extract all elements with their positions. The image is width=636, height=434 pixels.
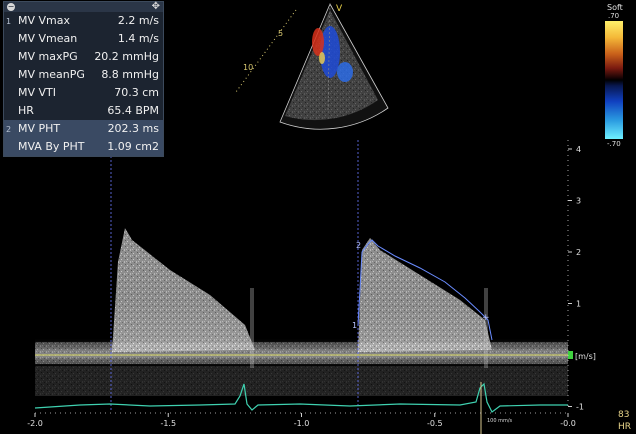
artifact-spike — [250, 288, 254, 368]
measurement-row-hr: HR 65.4 BPM — [4, 102, 163, 120]
velocity-unit-label: [m/s] — [575, 352, 596, 361]
time-tick-label: -1.5 — [160, 419, 176, 428]
depth-label-5: 5 — [278, 29, 283, 38]
trace-end-cross: + — [482, 313, 490, 323]
time-tick-label: -1.0 — [294, 419, 310, 428]
baseline-handle[interactable] — [568, 351, 573, 359]
measurements-header: − ✥ — [4, 1, 163, 12]
time-tick-label: -0.0 — [560, 419, 576, 428]
color-scale-bar — [605, 21, 623, 139]
measurement-label: MV maxPG — [18, 50, 78, 63]
velocity-tick-label: 2 — [576, 248, 581, 257]
measurements-panel: − ✥ 1 MV Vmax 2.2 m/s MV Vmean 1.4 m/s M… — [3, 1, 164, 157]
caliper-marker-1: 1 — [352, 321, 357, 330]
color-flow-red — [312, 28, 324, 56]
group-index: 2 — [6, 125, 12, 134]
collapse-icon[interactable]: − — [7, 3, 15, 11]
envelope-beat-1-glow — [112, 228, 255, 352]
color-flow-blue-lower — [337, 62, 353, 82]
time-tick-label: -0.5 — [427, 419, 443, 428]
velocity-tick-label: 4 — [576, 145, 581, 154]
depth-label-10: 10 — [243, 63, 253, 72]
measurement-group-2[interactable]: 2 MV PHT 202.3 ms MVA By PHT 1.09 cm2 — [4, 120, 163, 156]
probe-marker: V — [336, 4, 343, 14]
measurement-value: 2.2 m/s — [117, 14, 159, 27]
velocity-tick-label: 3 — [576, 197, 581, 206]
hr-value: 83 — [618, 410, 630, 420]
envelope-beat-2-glow — [358, 238, 492, 352]
reverse-flow-noise — [35, 366, 568, 396]
measurement-label: MV Vmax — [18, 14, 71, 27]
sector-image: 5 10 V — [235, 3, 389, 130]
measurement-value: 65.4 BPM — [107, 104, 159, 117]
group-index: 1 — [6, 17, 12, 26]
time-tick-label: -2.0 — [27, 419, 43, 428]
measurement-value: 20.2 mmHg — [94, 50, 159, 63]
color-scale-top-value: .70 — [608, 12, 620, 20]
measurement-row-mva-by-pht: MVA By PHT 1.09 cm2 — [4, 138, 163, 156]
measurement-value: 70.3 cm — [114, 86, 159, 99]
measurement-group-1[interactable]: 1 MV Vmax 2.2 m/s MV Vmean 1.4 m/s MV ma… — [4, 12, 163, 120]
measurement-label: MV Vmean — [18, 32, 78, 45]
measurement-value: 202.3 ms — [107, 122, 159, 135]
color-map-title: Soft — [607, 3, 623, 12]
measurement-label: MVA By PHT — [18, 140, 85, 153]
measurement-row-mv-pht: MV PHT 202.3 ms — [4, 120, 163, 138]
sweep-speed-label: 100 mm/s — [487, 418, 513, 424]
artifact-spike — [484, 288, 488, 368]
measurement-row-mv-meanpg: MV meanPG 8.8 mmHg — [4, 66, 163, 84]
measurement-value: 1.09 cm2 — [107, 140, 159, 153]
measurement-label: MV meanPG — [18, 68, 85, 81]
color-flow-jet — [320, 26, 340, 78]
caliper-marker-2: 2 — [356, 241, 361, 250]
depth-scale — [235, 9, 297, 93]
velocity-axis: 4 3 2 1 -1 [m/s] — [567, 140, 596, 412]
measurement-row-mv-vmax: MV Vmax 2.2 m/s — [4, 12, 163, 30]
velocity-tick-label: -1 — [576, 403, 584, 412]
measurement-row-mv-vti: MV VTI 70.3 cm — [4, 84, 163, 102]
measurement-label: HR — [18, 104, 34, 117]
measurement-value: 1.4 m/s — [117, 32, 159, 45]
doppler-spectrum: 2 1 + 100 mm/s — [34, 140, 573, 434]
measurement-label: MV PHT — [18, 122, 61, 135]
measurement-value: 8.8 mmHg — [101, 68, 159, 81]
color-scale-bottom-value: -.70 — [607, 140, 621, 148]
measurement-row-mv-maxpg: MV maxPG 20.2 mmHg — [4, 48, 163, 66]
measurement-row-mv-vmean: MV Vmean 1.4 m/s — [4, 30, 163, 48]
hr-label: HR — [618, 422, 632, 432]
color-flow-yellow — [319, 52, 325, 64]
measurement-label: MV VTI — [18, 86, 57, 99]
velocity-tick-label: 1 — [576, 300, 581, 309]
